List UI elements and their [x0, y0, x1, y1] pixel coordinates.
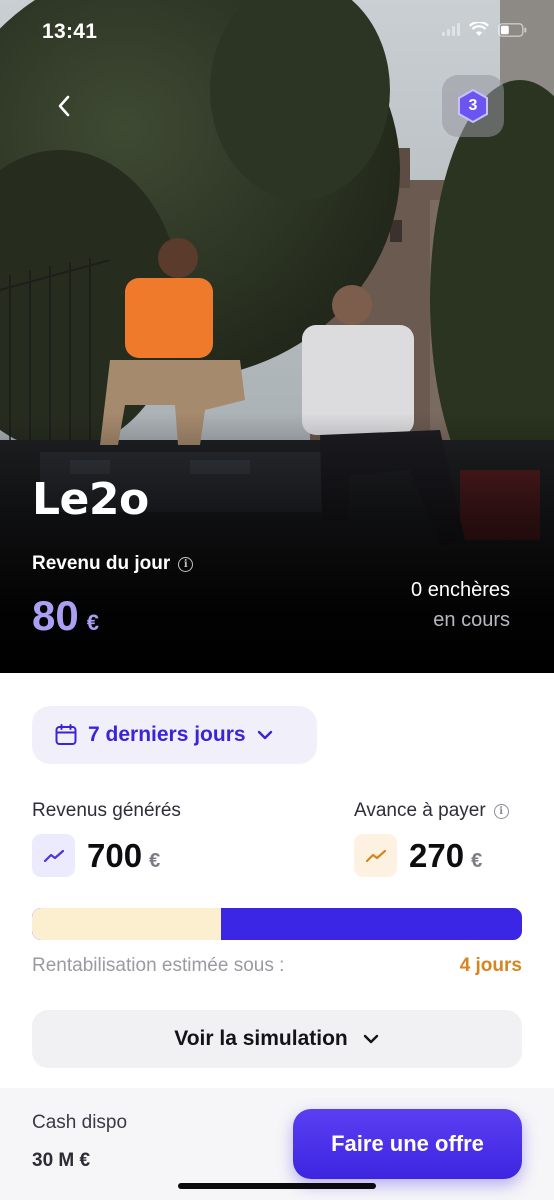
daily-revenue-currency: € [86, 610, 99, 635]
breakeven-progress-bar [32, 908, 522, 940]
signal-icon [442, 23, 460, 36]
view-simulation-label: Voir la simulation [174, 1027, 348, 1050]
artist-hero: 13:41 3 Le2o Revenu du jour i 80 € 0 enc… [0, 0, 554, 673]
advance-label-text: Avance à payer [354, 800, 486, 821]
level-badge[interactable]: 3 [442, 75, 504, 137]
make-offer-button[interactable]: Faire une offre [293, 1109, 522, 1179]
auctions-status: 0 enchères en cours [411, 575, 510, 635]
artist-name: Le2o [32, 474, 149, 525]
breakeven-value: 4 jours [459, 955, 522, 976]
daily-revenue-label-text: Revenu du jour [32, 553, 171, 574]
info-icon[interactable]: i [493, 803, 509, 819]
status-time: 13:41 [42, 20, 98, 43]
generated-revenue-label-text: Revenus générés [32, 800, 181, 821]
advance-value: 270 [409, 836, 465, 874]
make-offer-label: Faire une offre [331, 1131, 484, 1156]
chevron-down-icon [257, 730, 272, 740]
chevron-left-icon [58, 95, 70, 117]
breakeven-progress-fill [32, 908, 221, 940]
view-simulation-button[interactable]: Voir la simulation [32, 1010, 522, 1068]
breakeven-label: Rentabilisation estimée sous : [32, 955, 285, 976]
advance-label: Avance à payer i [354, 800, 509, 822]
generated-revenue-label: Revenus générés [32, 800, 181, 822]
auctions-subtitle: en cours [433, 609, 510, 631]
advance-to-pay: 270 € [354, 834, 482, 877]
battery-icon [498, 22, 528, 37]
trend-up-icon [32, 834, 75, 877]
hexagon-level-icon: 3 [457, 89, 489, 123]
auctions-count: 0 enchères [411, 579, 510, 601]
trend-up-icon [354, 834, 397, 877]
daily-revenue-label: Revenu du jour i [32, 553, 194, 575]
generated-revenue: 700 € [32, 834, 160, 877]
status-bar: 13:41 [0, 0, 554, 60]
info-icon[interactable]: i [178, 556, 194, 572]
wifi-icon [469, 22, 489, 37]
back-button[interactable] [44, 86, 84, 126]
period-selector[interactable]: 7 derniers jours [32, 706, 317, 764]
cash-available-value: 30 M € [32, 1150, 91, 1171]
advance-currency: € [471, 849, 483, 872]
cash-available-label: Cash dispo [32, 1112, 128, 1133]
daily-revenue-value: 80 € [32, 592, 99, 640]
period-label: 7 derniers jours [88, 723, 246, 746]
chevron-down-icon [363, 1034, 378, 1044]
home-indicator [178, 1183, 376, 1189]
calendar-icon [55, 724, 77, 745]
generated-revenue-currency: € [149, 849, 161, 872]
daily-revenue-amount: 80 [32, 592, 79, 639]
status-icons [442, 22, 528, 37]
level-number: 3 [468, 97, 478, 114]
generated-revenue-value: 700 [87, 836, 143, 874]
